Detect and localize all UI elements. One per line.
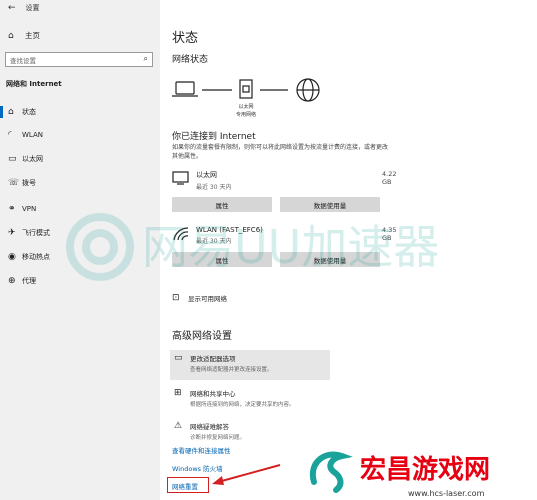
ethernet-icon: ▭ (8, 154, 17, 164)
network-entry-ethernet: 以太网 最近 30 天内 4.22 GB (172, 170, 396, 191)
adv-item-title: 更改适配器选项 (190, 355, 236, 363)
sharing-center-icon: ⊞ (174, 388, 182, 398)
adv-item-title: 网络和共享中心 (190, 390, 236, 398)
adapter-options-link[interactable]: ▭ 更改适配器选项 查看网络适配器并更改连接设置。 (170, 350, 330, 380)
hardware-properties-link[interactable]: 查看硬件和连接属性 (172, 445, 231, 455)
home-network-icon: ⌂ (8, 107, 14, 117)
sidebar-item-wlan[interactable]: ◜ WLAN (0, 124, 160, 146)
dragon-logo-icon (308, 448, 353, 493)
hotspot-icon: ◉ (8, 252, 16, 262)
sidebar-item-label: 移动热点 (22, 253, 50, 261)
network-diagram: 以太网 专用网络 (172, 78, 320, 118)
search-placeholder: 查找设置 (10, 57, 36, 65)
wifi-icon: ◜ (8, 130, 12, 140)
sidebar-item-label: 拨号 (22, 179, 36, 187)
show-networks-link[interactable]: ⊡ 显示可用网络 (172, 293, 227, 303)
sidebar-item-status[interactable]: ⌂ 状态 (0, 101, 160, 123)
window-title-bar: ← 设置 (8, 3, 40, 13)
diagram-label-ethernet: 以太网 (238, 103, 253, 110)
ethernet-monitor-icon (172, 171, 189, 185)
window-title: 设置 (25, 4, 40, 12)
highlight-box (167, 477, 209, 493)
sidebar-item-label: 状态 (22, 108, 36, 116)
sidebar-item-home[interactable]: ⌂ 主页 (8, 30, 40, 41)
laptop-icon (172, 81, 198, 97)
advanced-settings-heading: 高级网络设置 (172, 331, 232, 342)
sidebar-item-label: WLAN (22, 131, 44, 139)
brand-name: 宏昌游戏网 (360, 454, 490, 485)
network-meta: 最近 30 天内 (196, 184, 232, 191)
network-status-heading: 网络状态 (172, 55, 209, 65)
phone-icon: ☏ (8, 178, 20, 188)
search-icon[interactable]: ⌕ (144, 54, 148, 64)
vpn-icon: ⚭ (8, 204, 16, 214)
home-label: 主页 (25, 31, 40, 40)
airplane-icon: ✈ (8, 228, 16, 238)
sidebar-item-label: 代理 (22, 277, 36, 285)
warning-icon: ⚠ (174, 421, 183, 431)
sharing-center-link[interactable]: ⊞ 网络和共享中心 根据所连接到的网络，决定要共享的内容。 (170, 385, 330, 415)
adv-item-desc: 查看网络适配器并更改连接设置。 (190, 367, 273, 373)
network-usage: 4.22 GB (382, 170, 397, 186)
sidebar-item-label: 以太网 (22, 155, 43, 163)
adv-item-desc: 根据所连接到的网络，决定要共享的内容。 (190, 402, 295, 408)
adapter-icon: ▭ (174, 353, 183, 363)
sidebar-item-label: VPN (22, 205, 37, 213)
brand-url: www.hcs-laser.com (408, 489, 485, 498)
adv-item-desc: 诊断并修复网络问题。 (190, 435, 246, 441)
back-arrow-icon[interactable]: ← (8, 3, 16, 13)
sidebar-item-ethernet[interactable]: ▭ 以太网 (0, 148, 160, 170)
globe-icon (296, 78, 320, 102)
show-networks-label: 显示可用网络 (188, 295, 227, 303)
connection-description: 如果你的流量套餐有限制，则你可以将此网络设置为按流量计费的连接，或者更改其他属性… (172, 144, 389, 160)
sidebar-item-dialup[interactable]: ☏ 拨号 (0, 172, 160, 194)
search-input[interactable]: 查找设置 ⌕ (5, 52, 153, 67)
sidebar-item-label: 飞行模式 (22, 229, 50, 237)
adv-item-title: 网络疑难解答 (190, 423, 229, 431)
red-arrow-icon (212, 464, 281, 485)
network-name: 以太网 (196, 171, 217, 179)
watermark-text: 网易UU加速器 (142, 220, 439, 274)
globe-icon: ⊕ (8, 276, 16, 286)
watermark-overlay: 网易UU加速器 (66, 213, 439, 281)
connection-status: 你已连接到 Internet (172, 132, 256, 142)
home-icon: ⌂ (8, 30, 14, 41)
uu-logo-icon (66, 213, 134, 281)
network-list-icon: ⊡ (172, 293, 180, 303)
page-title: 状态 (172, 31, 199, 46)
sidebar-section-title: 网络和 Internet (6, 80, 62, 88)
diagram-label-private: 专用网络 (236, 111, 256, 118)
ethernet-port-icon (239, 79, 253, 99)
brand-watermark: 宏昌游戏网 www.hcs-laser.com (308, 448, 490, 498)
